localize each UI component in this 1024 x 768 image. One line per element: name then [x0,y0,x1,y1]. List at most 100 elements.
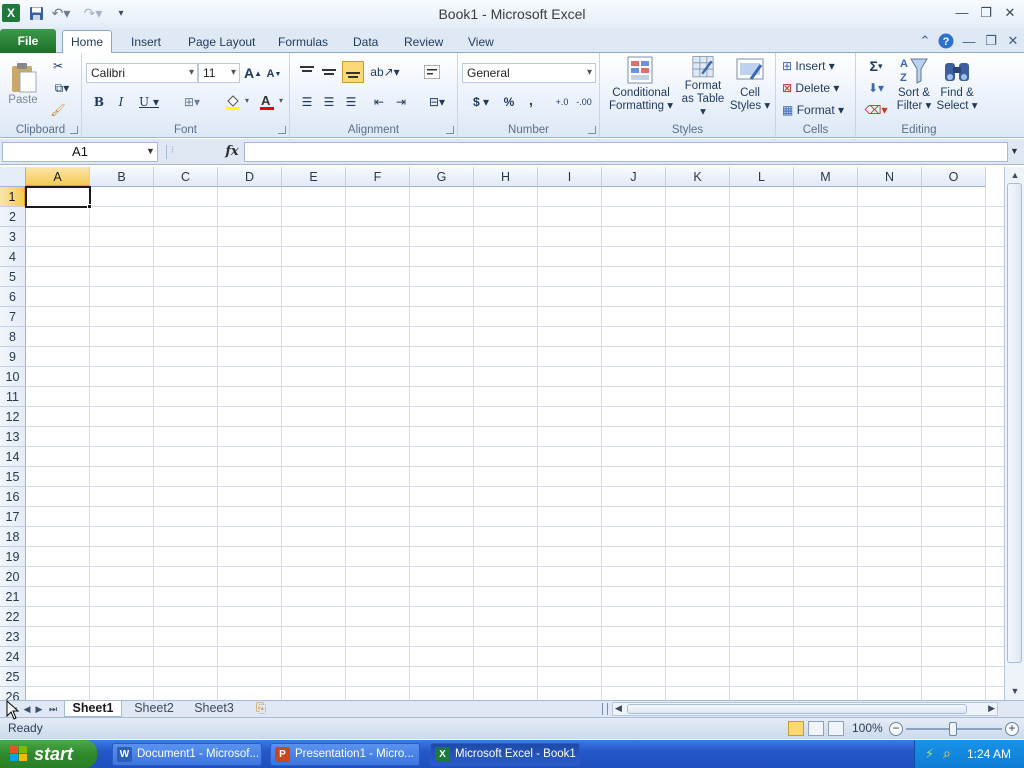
row-header-17[interactable]: 17 [0,507,26,527]
column-header-k[interactable]: K [666,167,730,187]
active-cell-a1[interactable] [25,186,91,208]
tab-review[interactable]: Review [396,32,451,53]
sheet-tab-sheet2[interactable]: Sheet2 [126,701,182,717]
column-header-a[interactable]: A [26,167,90,187]
column-header-e[interactable]: E [282,167,346,187]
page-layout-view-icon[interactable] [808,721,824,736]
sheet-tab-sheet1[interactable]: Sheet1 [64,701,122,717]
row-header-22[interactable]: 22 [0,607,26,627]
row-header-16[interactable]: 16 [0,487,26,507]
tab-home[interactable]: Home [62,30,113,54]
minimize-button[interactable]: — [952,5,972,21]
tab-file[interactable]: File [0,29,56,53]
increase-decimal-button[interactable]: +.0 [552,93,572,111]
name-box[interactable]: A1 [2,142,158,162]
percent-button[interactable]: % [500,93,518,111]
column-header-b[interactable]: B [90,167,154,187]
align-center-icon[interactable]: ☰ [320,93,338,111]
close-button[interactable]: ✕ [1000,5,1020,21]
row-header-11[interactable]: 11 [0,387,26,407]
name-box-dropdown-icon[interactable]: ▼ [146,146,155,156]
insert-sheet-icon[interactable]: ⎘ [250,701,272,717]
column-header-n[interactable]: N [858,167,922,187]
row-header-12[interactable]: 12 [0,407,26,427]
row-header-24[interactable]: 24 [0,647,26,667]
workbook-minimize-icon[interactable]: — [960,32,978,50]
row-header-23[interactable]: 23 [0,627,26,647]
shrink-font-button[interactable]: A ▼ [265,65,283,83]
formula-bar-resize-handle[interactable]: ⁝ [166,145,216,159]
bold-button[interactable]: B [90,93,108,111]
row-header-1[interactable]: 1 [0,187,26,207]
column-header-i[interactable]: I [538,167,602,187]
start-button[interactable]: start [0,740,97,768]
row-header-5[interactable]: 5 [0,267,26,287]
expand-formula-bar-icon[interactable]: ▼ [1010,146,1019,156]
vertical-scrollbar[interactable]: ▲ ▼ [1004,167,1024,701]
row-header-10[interactable]: 10 [0,367,26,387]
row-header-21[interactable]: 21 [0,587,26,607]
copy-icon[interactable]: ⧉▾ [48,79,76,97]
worksheet-grid[interactable]: ABCDEFGHIJKLMNO 1 2 3 4 5 6 7 8 9 10 11 12 13 14 15 16 1… [0,167,1004,701]
decrease-indent-icon[interactable]: ⇤ [370,93,388,111]
number-format-combo[interactable]: General [462,63,596,83]
formula-input[interactable] [244,142,1008,162]
clipboard-dialog-launcher-icon[interactable] [70,126,78,134]
sheet-tab-sheet3[interactable]: Sheet3 [186,701,242,717]
middle-align-icon[interactable] [320,63,338,81]
column-header-j[interactable]: J [602,167,666,187]
row-header-13[interactable]: 13 [0,427,26,447]
row-header-7[interactable]: 7 [0,307,26,327]
tab-insert[interactable]: Insert [123,32,169,53]
fill-handle[interactable] [87,204,92,209]
row-header-19[interactable]: 19 [0,547,26,567]
row-header-4[interactable]: 4 [0,247,26,267]
bottom-align-icon[interactable] [342,61,364,83]
horizontal-scrollbar[interactable]: ◀ ▶ [612,702,998,716]
restore-button[interactable]: ❐ [976,5,996,21]
font-dialog-launcher-icon[interactable] [278,126,286,134]
sort-filter-button[interactable]: AZ Sort & Filter ▾ [894,55,934,119]
font-size-combo[interactable]: 11 [198,63,240,83]
fill-color-icon[interactable]: ▾ [222,93,252,111]
taskbar-item-excel[interactable]: X Microsoft Excel - Book1 [430,743,580,766]
column-header-f[interactable]: F [346,167,410,187]
minimize-ribbon-icon[interactable]: ⌃ [916,32,934,50]
scroll-up-icon[interactable]: ▲ [1007,167,1023,183]
borders-icon[interactable]: ⊞▾ [176,93,208,111]
column-header-c[interactable]: C [154,167,218,187]
column-header-h[interactable]: H [474,167,538,187]
help-icon[interactable]: ? [937,32,955,50]
top-align-icon[interactable] [298,63,316,81]
tab-formulas[interactable]: Formulas [270,32,336,53]
currency-button[interactable]: $ ▾ [466,93,496,111]
scroll-left-icon[interactable]: ◀ [615,703,622,714]
merge-center-icon[interactable]: ⊟▾ [422,93,452,111]
search-icon[interactable]: ⌕ [943,745,951,762]
orientation-icon[interactable]: ab↗▾ [370,63,399,81]
horizontal-scroll-thumb[interactable] [627,704,967,714]
format-painter-icon[interactable]: 🖌 [48,101,68,119]
tab-data[interactable]: Data [345,32,386,53]
network-icon[interactable]: ⚡ [925,746,934,762]
row-header-8[interactable]: 8 [0,327,26,347]
conditional-formatting-button[interactable]: Conditional Formatting ▾ [604,55,678,119]
column-header-m[interactable]: M [794,167,858,187]
column-header-l[interactable]: L [730,167,794,187]
workbook-restore-icon[interactable]: ❐ [982,32,1000,50]
row-header-20[interactable]: 20 [0,567,26,587]
row-header-15[interactable]: 15 [0,467,26,487]
insert-cells-button[interactable]: ⊞ Insert ▾ [782,57,852,75]
row-header-2[interactable]: 2 [0,207,26,227]
autosum-button[interactable]: Σ ▾ [862,57,890,75]
normal-view-icon[interactable] [788,721,804,736]
row-header-9[interactable]: 9 [0,347,26,367]
zoom-in-icon[interactable]: + [1005,722,1019,736]
cut-icon[interactable]: ✂ [48,57,68,75]
tab-split-handle[interactable] [602,703,608,715]
zoom-level[interactable]: 100% [852,721,883,735]
decrease-decimal-button[interactable]: -.00 [574,93,594,111]
tab-page-layout[interactable]: Page Layout [180,32,263,53]
taskbar-item-powerpoint[interactable]: P Presentation1 - Micro... [270,743,420,766]
column-header-o[interactable]: O [922,167,986,187]
